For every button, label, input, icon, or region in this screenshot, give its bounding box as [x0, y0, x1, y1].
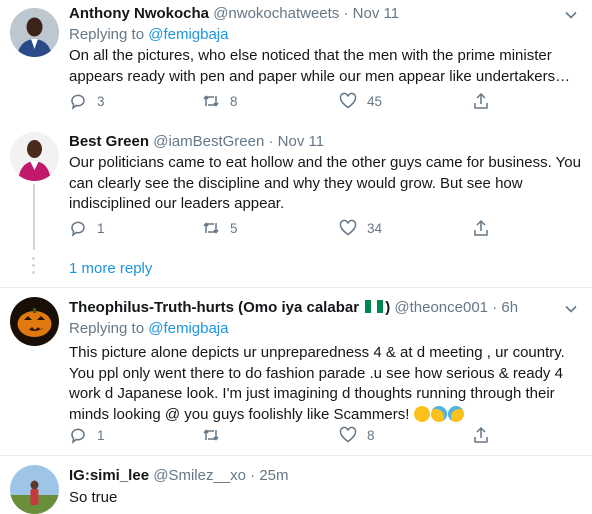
- display-name[interactable]: Best Green: [69, 133, 149, 150]
- replying-to-label: Replying to: [69, 26, 145, 43]
- confused-face-emoji-icon: [413, 405, 430, 422]
- retweet-count: 8: [230, 93, 238, 109]
- avatar[interactable]: [10, 8, 59, 57]
- tweet-3[interactable]: Theophilus-Truth-hurts (Omo iya calabar …: [0, 288, 592, 451]
- share-icon: [474, 219, 488, 236]
- reply-button[interactable]: 1: [69, 219, 105, 237]
- tweet-text: This picture alone depicts ur unprepared…: [69, 344, 565, 423]
- like-icon: [339, 92, 357, 109]
- reply-count: 1: [97, 427, 105, 443]
- chevron-down-icon[interactable]: [564, 302, 578, 316]
- user-handle[interactable]: @theonce001: [394, 299, 488, 316]
- more-replies-dots: [32, 257, 36, 278]
- reply-icon: [71, 428, 85, 444]
- like-count: 8: [367, 427, 375, 443]
- mention-link[interactable]: @femigbaja: [148, 320, 228, 337]
- tweet-header: Theophilus-Truth-hurts (Omo iya calabar …: [69, 299, 518, 316]
- retweet-icon: [203, 429, 219, 441]
- separator: ·: [343, 5, 349, 22]
- tweet-text: Our politicians came to eat hollow and t…: [69, 154, 581, 212]
- display-name[interactable]: Anthony Nwokocha: [69, 5, 209, 22]
- tweet-header: Anthony Nwokocha @nwokochatweets · Nov 1…: [69, 5, 399, 22]
- action-bar: 1 8: [69, 426, 509, 448]
- user-handle[interactable]: @iamBestGreen: [153, 133, 264, 150]
- display-name[interactable]: IG:simi_lee: [69, 467, 149, 484]
- chevron-down-icon[interactable]: [564, 8, 578, 22]
- tweet-text: So true: [69, 489, 118, 506]
- retweet-button[interactable]: [202, 426, 230, 444]
- like-button[interactable]: 45: [339, 92, 382, 110]
- tweet-text: On all the pictures, who else noticed th…: [69, 47, 571, 85]
- reply-button[interactable]: 1: [69, 426, 105, 444]
- timestamp[interactable]: Nov 11: [278, 133, 324, 150]
- tweet-4[interactable]: IG:simi_lee @Smilez__xo · 25m So true: [0, 456, 592, 514]
- reply-icon: [71, 94, 85, 110]
- retweet-icon: [203, 95, 219, 107]
- reply-count: 1: [97, 220, 105, 236]
- retweet-count: 5: [230, 220, 238, 236]
- action-bar: 3 8 45: [69, 92, 509, 114]
- replying-to: Replying to @femigbaja: [69, 320, 229, 337]
- thread-line: [33, 184, 35, 250]
- user-handle[interactable]: @nwokochatweets: [213, 5, 339, 22]
- show-more-replies-link[interactable]: 1 more reply: [69, 260, 152, 277]
- crying-face-emoji-icon: [430, 405, 447, 422]
- retweet-icon: [203, 222, 219, 234]
- share-button[interactable]: [472, 219, 490, 237]
- avatar[interactable]: [10, 465, 59, 514]
- like-count: 34: [367, 220, 383, 236]
- nigeria-flag-icon: [365, 300, 384, 313]
- timestamp[interactable]: 6h: [501, 299, 518, 316]
- tweet-1[interactable]: Anthony Nwokocha @nwokochatweets · Nov 1…: [0, 0, 592, 117]
- separator: ·: [268, 133, 274, 150]
- share-button[interactable]: [472, 426, 490, 444]
- reply-count: 3: [97, 93, 105, 109]
- tweet-header: Best Green @iamBestGreen · Nov 11: [69, 133, 324, 150]
- mention-link[interactable]: @femigbaja: [148, 26, 228, 43]
- share-icon: [474, 92, 488, 109]
- retweet-button[interactable]: 5: [202, 219, 238, 237]
- tweet-header: IG:simi_lee @Smilez__xo · 25m: [69, 467, 289, 484]
- timestamp[interactable]: 25m: [259, 467, 288, 484]
- display-name[interactable]: Theophilus-Truth-hurts (Omo iya calabar …: [69, 299, 390, 316]
- reply-button[interactable]: 3: [69, 92, 105, 110]
- like-icon: [339, 426, 357, 443]
- share-button[interactable]: [472, 92, 490, 110]
- tweet-2[interactable]: Best Green @iamBestGreen · Nov 11 Our po…: [0, 124, 592, 250]
- user-handle[interactable]: @Smilez__xo: [153, 467, 246, 484]
- separator: ·: [250, 467, 256, 484]
- like-button[interactable]: 8: [339, 426, 375, 444]
- like-count: 45: [367, 93, 383, 109]
- like-button[interactable]: 34: [339, 219, 382, 237]
- replying-to: Replying to @femigbaja: [69, 26, 229, 43]
- share-icon: [474, 426, 488, 443]
- replying-to-label: Replying to: [69, 320, 145, 337]
- retweet-button[interactable]: 8: [202, 92, 238, 110]
- avatar[interactable]: [10, 297, 59, 346]
- action-bar: 1 5 34: [69, 219, 509, 241]
- timestamp[interactable]: Nov 11: [353, 5, 399, 22]
- like-icon: [339, 219, 357, 236]
- avatar[interactable]: [10, 132, 59, 181]
- separator: ·: [492, 299, 498, 316]
- crying-face-emoji-icon: [447, 405, 464, 422]
- reply-icon: [71, 221, 85, 237]
